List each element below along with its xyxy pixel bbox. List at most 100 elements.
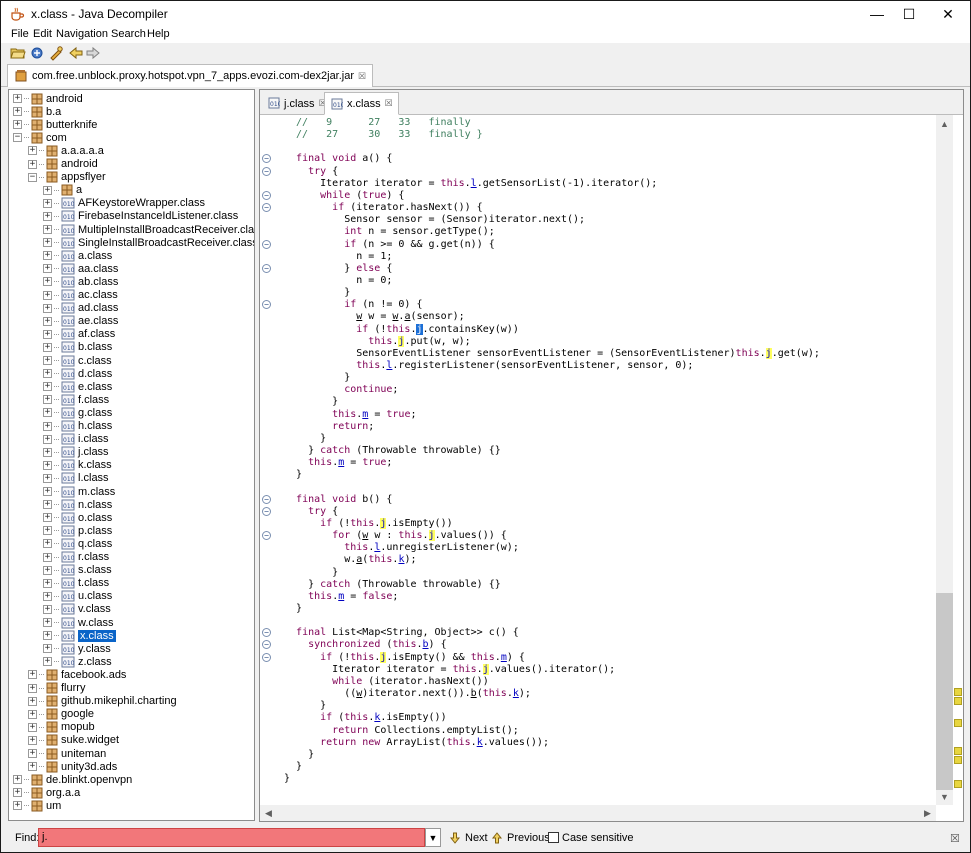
scroll-left-icon[interactable]: ◀ <box>260 805 277 821</box>
menu-file[interactable]: File <box>11 28 29 40</box>
tree-item[interactable]: +010 b.class <box>43 341 112 354</box>
fold-toggle-icon[interactable]: − <box>262 640 271 650</box>
expand-icon[interactable]: + <box>43 395 52 405</box>
expand-icon[interactable]: + <box>43 565 52 575</box>
expand-icon[interactable]: + <box>13 120 22 130</box>
tree-item[interactable]: + butterknife <box>13 118 97 131</box>
tree-item[interactable]: + android <box>13 92 83 105</box>
tree-item[interactable]: + b.a <box>13 105 61 118</box>
tree-item[interactable]: +010 l.class <box>43 472 109 485</box>
expand-icon[interactable]: + <box>28 696 37 706</box>
expand-icon[interactable]: + <box>43 631 52 641</box>
tree-item[interactable]: +010 k.class <box>43 459 112 472</box>
expand-icon[interactable]: + <box>13 801 22 811</box>
find-input[interactable]: j. <box>38 828 425 847</box>
fold-toggle-icon[interactable]: − <box>262 531 271 541</box>
back-arrow-icon[interactable] <box>68 45 84 61</box>
expand-icon[interactable]: + <box>43 329 52 339</box>
tree-item[interactable]: + org.a.a <box>13 786 80 799</box>
tree-item[interactable]: + a <box>43 184 82 197</box>
tab-jar-file[interactable]: com.free.unblock.proxy.hotspot.vpn_7_app… <box>7 64 374 87</box>
tree-item[interactable]: +010 d.class <box>43 367 112 380</box>
expand-icon[interactable]: + <box>28 762 37 772</box>
tree-item[interactable]: +010 o.class <box>43 511 112 524</box>
tree-item[interactable]: +010 g.class <box>43 406 112 419</box>
expand-icon[interactable]: + <box>28 709 37 719</box>
expand-icon[interactable]: + <box>43 251 52 261</box>
expand-icon[interactable]: + <box>13 94 22 103</box>
open-type-icon[interactable] <box>30 45 46 61</box>
highlight-marker[interactable] <box>954 697 962 705</box>
expand-icon[interactable]: + <box>43 342 52 352</box>
tree-item[interactable]: + facebook.ads <box>28 668 126 681</box>
highlight-marker[interactable] <box>954 719 962 727</box>
tree-item[interactable]: +010 n.class <box>43 498 112 511</box>
fold-toggle-icon[interactable]: − <box>262 154 271 164</box>
tree-item[interactable]: + mopub <box>28 721 95 734</box>
tree-item[interactable]: +010 x.class <box>43 629 116 642</box>
expand-icon[interactable]: + <box>13 788 22 798</box>
expand-icon[interactable]: + <box>43 500 52 510</box>
highlight-marker[interactable] <box>954 688 962 696</box>
expand-icon[interactable]: + <box>43 487 52 496</box>
tree-item[interactable]: +010 i.class <box>43 433 109 446</box>
expand-icon[interactable]: + <box>43 513 52 523</box>
fold-toggle-icon[interactable]: − <box>262 628 271 638</box>
expand-icon[interactable]: + <box>43 657 52 667</box>
expand-icon[interactable]: + <box>43 434 52 444</box>
tree-item[interactable]: +010 m.class <box>43 485 115 498</box>
tree-item[interactable]: +010 u.class <box>43 590 112 603</box>
tree-item[interactable]: +010 MultipleInstallBroadcastReceiver.cla… <box>43 223 254 236</box>
fold-toggle-icon[interactable]: − <box>262 300 271 310</box>
expand-icon[interactable]: + <box>43 539 52 549</box>
tree-item[interactable]: +010 FirebaseInstanceIdListener.class <box>43 210 238 223</box>
tree-item[interactable]: +010 j.class <box>43 446 109 459</box>
tree-item[interactable]: +010 ac.class <box>43 289 118 302</box>
tree-item[interactable]: − com <box>13 131 67 144</box>
expand-icon[interactable]: + <box>43 356 52 365</box>
search-icon[interactable] <box>48 45 64 61</box>
expand-icon[interactable]: + <box>43 316 52 326</box>
tree-item[interactable]: +010 q.class <box>43 537 112 550</box>
menu-edit[interactable]: Edit <box>33 28 52 40</box>
tree-item[interactable]: + de.blinkt.openvpn <box>13 773 132 786</box>
tree-item[interactable]: +010 ad.class <box>43 302 118 315</box>
tree-item[interactable]: +010 e.class <box>43 380 112 393</box>
fold-toggle-icon[interactable]: − <box>262 494 271 504</box>
tree-item[interactable]: +010 v.class <box>43 603 111 616</box>
collapse-icon[interactable]: − <box>13 133 22 143</box>
menu-navigation[interactable]: Navigation <box>56 28 108 40</box>
tree-item[interactable]: +010 ae.class <box>43 315 118 328</box>
close-find-icon[interactable]: ☒ <box>950 832 960 845</box>
find-history-dropdown[interactable]: ▼ <box>425 828 441 847</box>
forward-arrow-icon[interactable] <box>85 45 101 61</box>
expand-icon[interactable]: + <box>43 460 52 470</box>
expand-icon[interactable]: + <box>28 670 37 680</box>
tree-item[interactable]: +010 p.class <box>43 524 112 537</box>
expand-icon[interactable]: + <box>43 277 52 287</box>
expand-icon[interactable]: + <box>43 591 52 601</box>
fold-toggle-icon[interactable]: − <box>262 239 271 249</box>
highlight-marker[interactable] <box>954 756 962 764</box>
expand-icon[interactable]: + <box>28 735 37 745</box>
tree-item[interactable]: +010 h.class <box>43 420 112 433</box>
expand-icon[interactable]: + <box>43 447 52 457</box>
expand-icon[interactable]: + <box>43 264 52 274</box>
tree-item[interactable]: +010 f.class <box>43 393 109 406</box>
tree-item[interactable]: +010 af.class <box>43 328 115 341</box>
tree-item[interactable]: + android <box>28 158 98 171</box>
close-window-button[interactable]: ✕ <box>925 1 970 27</box>
expand-icon[interactable]: + <box>43 618 52 627</box>
find-next-button[interactable]: Next <box>448 829 488 846</box>
tree-item[interactable]: +010 z.class <box>43 655 112 668</box>
scroll-up-icon[interactable]: ▲ <box>936 115 953 132</box>
code-area[interactable]: − − − − − − − − − − − − − // 9 27 33 finally // 27 3… <box>260 115 936 805</box>
expand-icon[interactable]: + <box>43 198 52 208</box>
expand-icon[interactable]: + <box>13 775 22 785</box>
expand-icon[interactable]: + <box>28 722 37 732</box>
open-file-icon[interactable] <box>10 45 26 61</box>
tree-item[interactable]: +010 t.class <box>43 577 109 590</box>
fold-toggle-icon[interactable]: − <box>262 506 271 516</box>
expand-icon[interactable]: + <box>43 238 52 248</box>
expand-icon[interactable]: + <box>43 421 52 431</box>
